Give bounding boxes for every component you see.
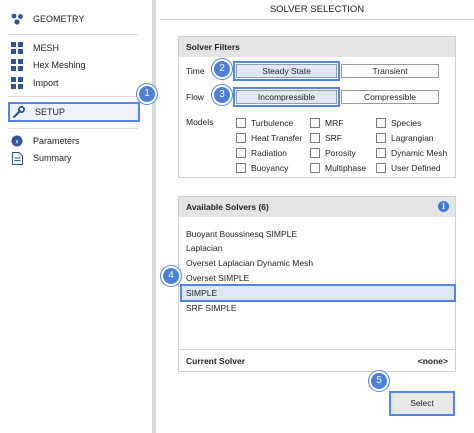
- checkbox-label: Buoyancy: [251, 163, 289, 173]
- geometry-icon: [10, 12, 24, 26]
- sidebar-divider: [8, 128, 138, 129]
- checkbox-box[interactable]: [310, 133, 320, 143]
- callout-badge: 2: [212, 59, 232, 79]
- document-icon: [10, 151, 24, 165]
- sidebar-item-setup[interactable]: SETUP: [8, 102, 140, 122]
- checkbox-box[interactable]: [376, 148, 386, 158]
- checkbox-label: Lagrangian: [391, 133, 434, 143]
- current-solver-value: <none>: [417, 355, 448, 366]
- sidebar-item-hex-meshing[interactable]: Hex Meshing: [10, 55, 86, 75]
- checkbox-label: SRF: [325, 133, 342, 143]
- checkbox-box[interactable]: [236, 163, 246, 173]
- import-icon: [10, 76, 24, 90]
- available-solvers-header: Available Solvers (6): [179, 197, 455, 217]
- heat-transfer-checkbox[interactable]: Heat Transfer: [236, 132, 303, 144]
- hex-meshing-icon: [10, 58, 24, 72]
- solver-filters-header: Solver Filters: [179, 37, 455, 57]
- checkbox-label: User Defined: [391, 163, 441, 173]
- species-checkbox[interactable]: Species: [376, 117, 421, 129]
- wrench-icon: [12, 105, 26, 119]
- checkbox-label: Heat Transfer: [251, 133, 303, 143]
- user-defined-checkbox[interactable]: User Defined: [376, 162, 441, 174]
- sidebar-divider: [8, 34, 138, 35]
- checkbox-label: Turbulence: [251, 118, 294, 128]
- sidebar-item-label: Hex Meshing: [33, 60, 86, 70]
- info-icon[interactable]: i: [438, 201, 449, 212]
- sidebar-item-label: Import: [33, 78, 59, 88]
- mesh-icon: [10, 41, 24, 55]
- checkbox-label: Porosity: [325, 148, 356, 158]
- checkbox-box[interactable]: [310, 163, 320, 173]
- steady-state-toggle[interactable]: Steady State: [233, 61, 340, 81]
- mrf-checkbox[interactable]: MRF: [310, 117, 343, 129]
- solver-list-item-selected[interactable]: SIMPLE: [180, 284, 456, 302]
- solver-list-item[interactable]: Buoyant Boussinesq SIMPLE: [186, 227, 297, 241]
- solver-list-item[interactable]: Laplacian: [186, 241, 222, 255]
- flow-label: Flow: [186, 92, 204, 102]
- time-label: Time: [186, 66, 205, 76]
- parameters-icon: x: [10, 134, 24, 148]
- checkbox-box[interactable]: [310, 148, 320, 158]
- buoyancy-checkbox[interactable]: Buoyancy: [236, 162, 288, 174]
- checkbox-box[interactable]: [236, 133, 246, 143]
- compressible-toggle[interactable]: Compressible: [341, 90, 439, 104]
- checkbox-label: Multiphase: [325, 163, 367, 173]
- porosity-checkbox[interactable]: Porosity: [310, 147, 356, 159]
- dynamic-mesh-checkbox[interactable]: Dynamic Mesh: [376, 147, 447, 159]
- sidebar-item-import[interactable]: Import: [10, 73, 59, 93]
- multiphase-checkbox[interactable]: Multiphase: [310, 162, 366, 174]
- callout-badge: 1: [137, 84, 157, 104]
- checkbox-label: MRF: [325, 118, 344, 128]
- page-title: SOLVER SELECTION: [160, 0, 474, 20]
- sidebar-item-summary[interactable]: Summary: [10, 148, 72, 168]
- current-solver-row: Current Solver <none>: [179, 349, 455, 371]
- turbulence-checkbox[interactable]: Turbulence: [236, 117, 293, 129]
- checkbox-box[interactable]: [376, 133, 386, 143]
- sidebar: GEOMETRY MESH Hex Meshing Import SETUP x…: [0, 0, 148, 433]
- current-solver-label: Current Solver: [186, 355, 246, 366]
- select-button[interactable]: Select: [389, 391, 455, 416]
- sidebar-divider: [8, 96, 138, 97]
- sidebar-item-label: Parameters: [33, 136, 80, 146]
- lagrangian-checkbox[interactable]: Lagrangian: [376, 132, 434, 144]
- callout-badge: 3: [212, 85, 232, 105]
- sidebar-item-geometry[interactable]: GEOMETRY: [10, 9, 84, 29]
- solver-list-item[interactable]: Overset SIMPLE: [186, 271, 249, 285]
- sidebar-item-label: SETUP: [35, 107, 66, 117]
- incompressible-toggle[interactable]: Incompressible: [233, 87, 340, 107]
- solver-filters-panel: Solver Filters Time Steady State Transie…: [178, 36, 456, 178]
- callout-badge: 4: [161, 266, 181, 286]
- sidebar-splitter[interactable]: [152, 0, 156, 433]
- srf-checkbox[interactable]: SRF: [310, 132, 342, 144]
- available-solvers-panel: Available Solvers (6) i Buoyant Boussine…: [178, 196, 456, 372]
- checkbox-label: Dynamic Mesh: [391, 148, 448, 158]
- checkbox-box[interactable]: [376, 163, 386, 173]
- checkbox-label: Species: [391, 118, 422, 128]
- models-label: Models: [186, 117, 214, 127]
- callout-badge: 5: [369, 371, 389, 391]
- svg-text:x: x: [15, 138, 19, 145]
- checkbox-label: Radiation: [251, 148, 287, 158]
- checkbox-box[interactable]: [236, 148, 246, 158]
- sidebar-item-label: Summary: [33, 153, 72, 163]
- solver-list-item[interactable]: Overset Laplacian Dynamic Mesh: [186, 256, 313, 270]
- checkbox-box[interactable]: [376, 118, 386, 128]
- checkbox-box[interactable]: [236, 118, 246, 128]
- sidebar-item-label: MESH: [33, 43, 60, 53]
- checkbox-box[interactable]: [310, 118, 320, 128]
- transient-toggle[interactable]: Transient: [341, 64, 439, 78]
- solver-list-item[interactable]: SRF SIMPLE: [186, 301, 237, 315]
- radiation-checkbox[interactable]: Radiation: [236, 147, 287, 159]
- sidebar-item-label: GEOMETRY: [33, 14, 85, 24]
